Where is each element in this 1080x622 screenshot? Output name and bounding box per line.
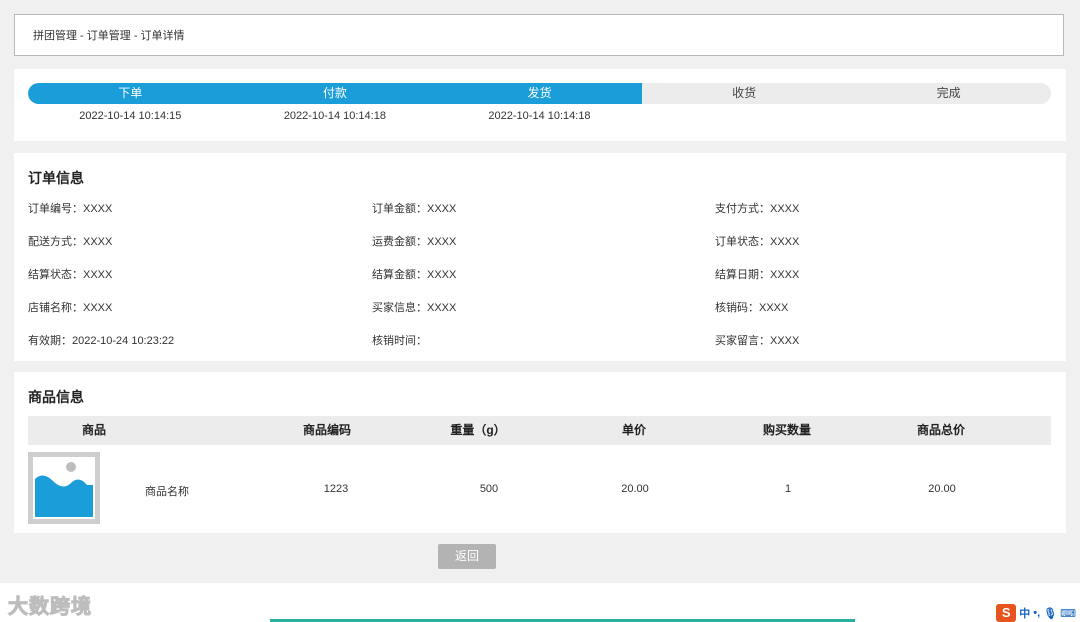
footer-area: [0, 583, 1080, 622]
order-info-panel: 订单信息 订单编号：XXXX 订单金额：XXXX 支付方式：XXXX 配送方式：…: [14, 153, 1066, 361]
column-header-unit-price: 单价: [621, 423, 646, 437]
column-header-code: 商品编码: [302, 423, 351, 437]
product-total-price: 20.00: [928, 483, 956, 495]
goods-info-panel: 商品信息 商品 商品编码 重量（g） 单价 购买数量 商品总价 商品名称 122…: [14, 372, 1066, 533]
step-time-payment: 2022-10-14 10:14:18: [283, 110, 386, 122]
step-shipped: 发货: [527, 86, 552, 100]
buyer-info-field: 买家信息：XXXX: [372, 302, 457, 314]
ime-mode[interactable]: 中: [1019, 605, 1030, 621]
step-payment: 付款: [322, 86, 347, 100]
product-name: 商品名称: [145, 486, 189, 498]
column-header-total-price: 商品总价: [916, 423, 965, 437]
order-amount-field: 订单金额：XXXX: [372, 203, 457, 215]
step-time-order-placed: 2022-10-14 10:14:15: [79, 110, 182, 122]
verification-time-field: 核销时间：: [372, 335, 427, 347]
column-header-weight: 重量（g）: [450, 423, 506, 437]
settlement-status-field: 结算状态：XXXX: [28, 269, 113, 281]
step-received: 收货: [732, 86, 757, 100]
ime-toolbar[interactable]: S 中 •, 🎙 ⌨: [996, 604, 1076, 622]
verification-code-field: 核销码：XXXX: [715, 302, 789, 314]
column-header-product: 商品: [81, 423, 106, 437]
settlement-date-field: 结算日期：XXXX: [715, 269, 800, 281]
column-header-quantity: 购买数量: [762, 423, 811, 437]
product-quantity: 1: [784, 483, 792, 495]
settlement-amount-field: 结算金额：XXXX: [372, 269, 457, 281]
microphone-icon[interactable]: 🎙: [1043, 607, 1057, 620]
product-image: [28, 452, 100, 524]
goods-table-header: 商品 商品编码 重量（g） 单价 购买数量 商品总价: [28, 416, 1051, 445]
product-unit-price: 20.00: [621, 483, 649, 495]
order-number-field: 订单编号：XXXX: [28, 203, 113, 215]
order-progress-panel: 下单 付款 发货 收货 完成 2022-10-14 10:14:15 2022-…: [14, 69, 1066, 141]
product-weight: 500: [479, 483, 499, 495]
watermark-logo: 大数跨境: [8, 596, 92, 619]
payment-method-field: 支付方式：XXXX: [715, 203, 800, 215]
product-code: 1223: [323, 483, 349, 495]
store-name-field: 店铺名称：XXXX: [28, 302, 113, 314]
keyboard-icon[interactable]: ⌨: [1060, 607, 1076, 620]
shipping-fee-field: 运费金额：XXXX: [372, 236, 457, 248]
delivery-method-field: 配送方式：XXXX: [28, 236, 113, 248]
step-order-placed: 下单: [118, 86, 143, 100]
order-status-field: 订单状态：XXXX: [715, 236, 800, 248]
punctuation-icon[interactable]: •,: [1033, 607, 1040, 619]
buyer-message-field: 买家留言：XXXX: [715, 335, 800, 347]
step-complete: 完成: [936, 86, 961, 100]
image-placeholder-icon: [35, 462, 93, 517]
back-button[interactable]: 返回: [438, 544, 496, 569]
step-time-shipped: 2022-10-14 10:14:18: [488, 110, 591, 122]
goods-info-title: 商品信息: [28, 389, 84, 405]
breadcrumb: 拼团管理 - 订单管理 - 订单详情: [14, 14, 1064, 56]
order-info-title: 订单信息: [28, 170, 84, 186]
sogou-logo-icon[interactable]: S: [996, 604, 1017, 622]
validity-field: 有效期：2022-10-24 10:23:22: [28, 335, 175, 347]
